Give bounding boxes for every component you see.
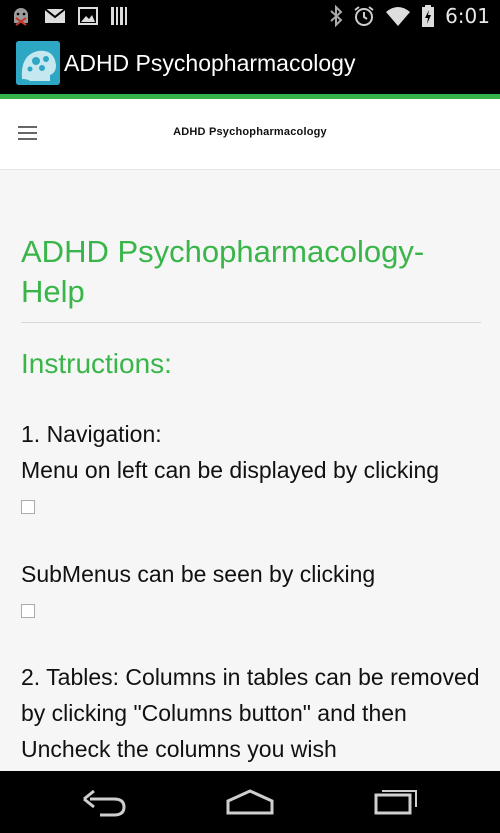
home-icon[interactable] bbox=[224, 785, 276, 819]
alarm-icon bbox=[354, 6, 374, 26]
clock: 6:01 bbox=[445, 4, 490, 28]
status-bar: 6:01 bbox=[0, 0, 500, 33]
notification-icons bbox=[10, 5, 128, 27]
submenu-text: SubMenus can be seen by clicking bbox=[21, 561, 376, 587]
back-icon[interactable] bbox=[80, 785, 128, 819]
submenu-image-placeholder bbox=[21, 604, 35, 618]
android-debug-icon bbox=[14, 8, 28, 26]
wifi-icon bbox=[386, 7, 411, 26]
bluetooth-icon bbox=[330, 5, 343, 27]
menu-image-placeholder bbox=[21, 500, 35, 514]
web-header-title: ADHD Psychopharmacology bbox=[173, 126, 327, 138]
help-content: ADHD Psychopharmacology-Help Instruction… bbox=[21, 232, 481, 767]
app-title: ADHD Psychopharmacology bbox=[64, 50, 356, 76]
image-icon bbox=[78, 7, 98, 25]
page-title: ADHD Psychopharmacology-Help bbox=[21, 232, 481, 323]
instructions-heading: Instructions: bbox=[21, 348, 172, 379]
system-icons: 6:01 bbox=[329, 4, 490, 28]
recent-apps-icon[interactable] bbox=[372, 785, 420, 819]
tables-text: 2. Tables: Columns in tables can be remo… bbox=[21, 664, 480, 762]
navigation-heading: 1. Navigation: bbox=[21, 421, 162, 447]
web-header: ADHD Psychopharmacology bbox=[0, 99, 500, 170]
mail-icon bbox=[44, 8, 66, 23]
app-logo-icon[interactable] bbox=[16, 41, 60, 85]
battery-icon bbox=[422, 5, 435, 27]
navigation-text: Menu on left can be displayed by clickin… bbox=[21, 457, 440, 483]
barcode-icon bbox=[111, 7, 127, 25]
action-bar: ADHD Psychopharmacology bbox=[0, 33, 500, 94]
navigation-bar bbox=[0, 771, 500, 833]
